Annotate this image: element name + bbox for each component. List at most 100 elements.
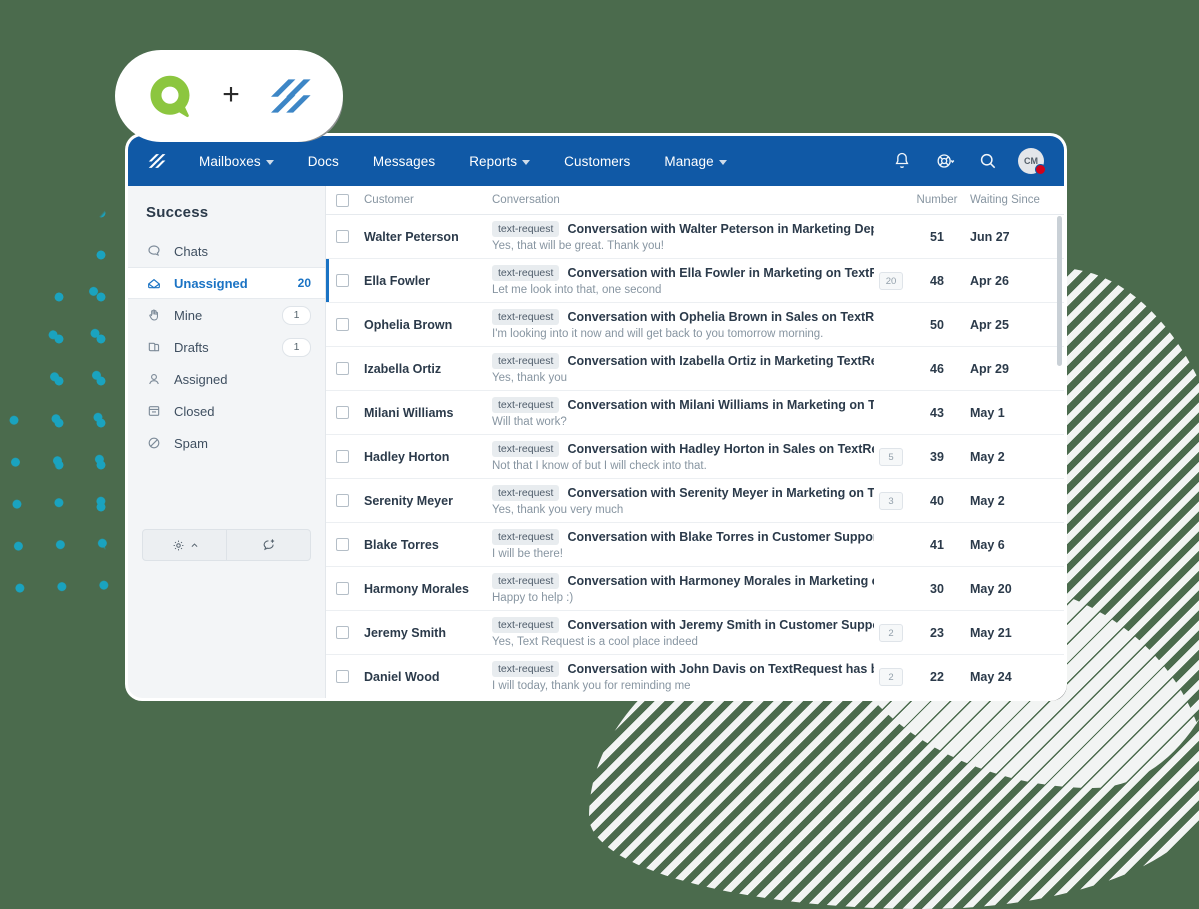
nav-item-mailboxes[interactable]: Mailboxes	[182, 154, 291, 169]
sidebar-item-label: Mine	[174, 307, 203, 323]
conversation-preview: Yes, thank you	[492, 372, 568, 384]
search-icon[interactable]	[978, 151, 998, 171]
conversation-preview: I'm looking into it now and will get bac…	[492, 328, 824, 340]
row-checkbox[interactable]	[336, 582, 349, 595]
message-count-badge: 2	[879, 668, 903, 687]
table-row[interactable]: Blake Torres text-request Conversation wit…	[326, 523, 1064, 567]
helpscout-logo-large-icon	[270, 79, 311, 113]
nav-item-customers[interactable]: Customers	[547, 154, 647, 169]
helpscout-logo-icon	[148, 154, 166, 168]
waiting-since-value: May 24	[970, 669, 1012, 684]
table-row[interactable]: Serenity Meyer text-request Conversation w…	[326, 479, 1064, 523]
integration-logo-badge: +	[119, 54, 339, 138]
row-checkbox[interactable]	[336, 626, 349, 639]
chevron-down-icon	[265, 159, 274, 165]
table-row[interactable]: Walter Peterson text-request Conversation …	[326, 215, 1064, 259]
conversation-preview: Let me look into that, one second	[492, 284, 662, 296]
sidebar-item-label: Closed	[174, 403, 215, 419]
row-checkbox[interactable]	[336, 274, 349, 287]
sidebar-item-label: Assigned	[174, 371, 228, 387]
chevron-down-icon	[718, 159, 727, 165]
row-checkbox[interactable]	[336, 494, 349, 507]
table-row[interactable]: Hadley Horton text-request Conversation wi…	[326, 435, 1064, 479]
conversation-preview: Yes, that will be great. Thank you!	[492, 240, 664, 252]
sidebar: Success Chats Unassigned 20 Mine 1 Draft…	[128, 186, 326, 698]
sidebar-item-assigned[interactable]: Assigned	[128, 363, 325, 395]
row-checkbox[interactable]	[336, 406, 349, 419]
top-navigation-bar: Mailboxes Docs Messages Reports Customer…	[128, 136, 1064, 186]
sidebar-item-label: Unassigned	[174, 275, 248, 291]
app-body: Success Chats Unassigned 20 Mine 1 Draft…	[128, 186, 1064, 698]
conversation-title: Conversation with John Davis on TextRequ…	[567, 662, 874, 676]
message-count-badge: 2	[879, 624, 903, 643]
column-header-customer: Customer	[364, 194, 414, 206]
sidebar-item-unassigned[interactable]: Unassigned 20	[128, 267, 325, 299]
row-checkbox[interactable]	[336, 450, 349, 463]
user-icon	[149, 374, 159, 385]
conversation-title: Conversation with Walter Peterson in Mar…	[567, 222, 874, 236]
conversation-tag: text-request	[492, 485, 560, 501]
conversation-number: 30	[930, 581, 944, 596]
row-checkbox[interactable]	[336, 538, 349, 551]
conversation-tag: text-request	[492, 573, 560, 589]
conversation-number: 50	[930, 317, 944, 332]
customer-name: Ophelia Brown	[364, 317, 453, 332]
row-checkbox[interactable]	[336, 230, 349, 243]
waiting-since-value: May 21	[970, 625, 1012, 640]
avatar[interactable]: CM	[1018, 148, 1046, 175]
nav-item-label: Mailboxes	[199, 153, 261, 169]
customer-name: Izabella Ortiz	[364, 361, 442, 376]
customer-name: Jeremy Smith	[364, 625, 446, 640]
nav-item-docs[interactable]: Docs	[291, 154, 356, 169]
customer-name: Walter Peterson	[364, 229, 459, 244]
conversation-number: 48	[930, 273, 944, 288]
select-all-checkbox[interactable]	[336, 193, 349, 207]
conversation-number: 22	[930, 669, 944, 684]
bell-icon[interactable]	[892, 151, 912, 171]
table-row[interactable]: Ophelia Brown text-request Conversation wi…	[326, 303, 1064, 347]
table-row[interactable]: Ella Fowler text-request Conversation with…	[326, 259, 1064, 303]
table-row[interactable]: Milani Williams text-request Conversation …	[326, 391, 1064, 435]
row-checkbox[interactable]	[336, 318, 349, 331]
conversation-number: 51	[930, 229, 944, 244]
column-header-waiting-since: Waiting Since	[970, 194, 1040, 206]
sidebar-item-label: Spam	[174, 435, 208, 451]
table-row[interactable]: Harmony Morales text-request Conversation …	[326, 567, 1064, 611]
sidebar-item-spam[interactable]: Spam	[128, 427, 325, 459]
conversation-number: 23	[930, 625, 944, 640]
sidebar-item-chats[interactable]: Chats	[128, 235, 325, 267]
settings-button[interactable]	[143, 530, 226, 560]
conversation-number: 43	[930, 405, 944, 420]
nav-item-manage[interactable]: Manage	[647, 154, 743, 169]
customer-name: Hadley Horton	[364, 449, 450, 464]
new-conversation-button[interactable]	[226, 530, 310, 560]
nav-item-label: Reports	[469, 153, 518, 169]
nav-item-messages[interactable]: Messages	[356, 154, 452, 169]
table-row[interactable]: Daniel Wood text-request Conversation with…	[326, 655, 1064, 698]
conversation-title: Conversation with Harmoney Morales in Ma…	[567, 574, 874, 588]
chat-bubble-icon	[148, 245, 160, 257]
scrollbar-thumb[interactable]	[1057, 216, 1062, 366]
conversation-tag: text-request	[492, 397, 560, 413]
table-row[interactable]: Izabella Ortiz text-request Conversation w…	[326, 347, 1064, 391]
customer-name: Harmony Morales	[364, 581, 469, 596]
lifebuoy-icon[interactable]	[932, 151, 958, 171]
nav-item-label: Manage	[664, 153, 714, 169]
nav-item-reports[interactable]: Reports	[452, 154, 547, 169]
sidebar-item-mine[interactable]: Mine 1	[128, 299, 325, 331]
conversation-number: 39	[930, 449, 944, 464]
row-checkbox[interactable]	[336, 670, 349, 683]
nav-item-label: Docs	[307, 153, 339, 169]
conversation-tag: text-request	[492, 265, 560, 281]
sidebar-item-label: Drafts	[174, 339, 209, 355]
table-row[interactable]: Jeremy Smith text-request Conversation wit…	[326, 611, 1064, 655]
waiting-since-value: Apr 25	[970, 317, 1009, 332]
customer-name: Daniel Wood	[364, 669, 440, 684]
sidebar-item-count: 1	[282, 337, 311, 357]
conversation-title: Conversation with Blake Torres in Custom…	[567, 530, 874, 544]
scrollbar-track[interactable]	[1057, 216, 1062, 694]
sidebar-item-drafts[interactable]: Drafts 1	[128, 331, 325, 363]
row-checkbox[interactable]	[336, 362, 349, 375]
nav-right-actions: CM	[892, 148, 1050, 175]
sidebar-item-closed[interactable]: Closed	[128, 395, 325, 427]
